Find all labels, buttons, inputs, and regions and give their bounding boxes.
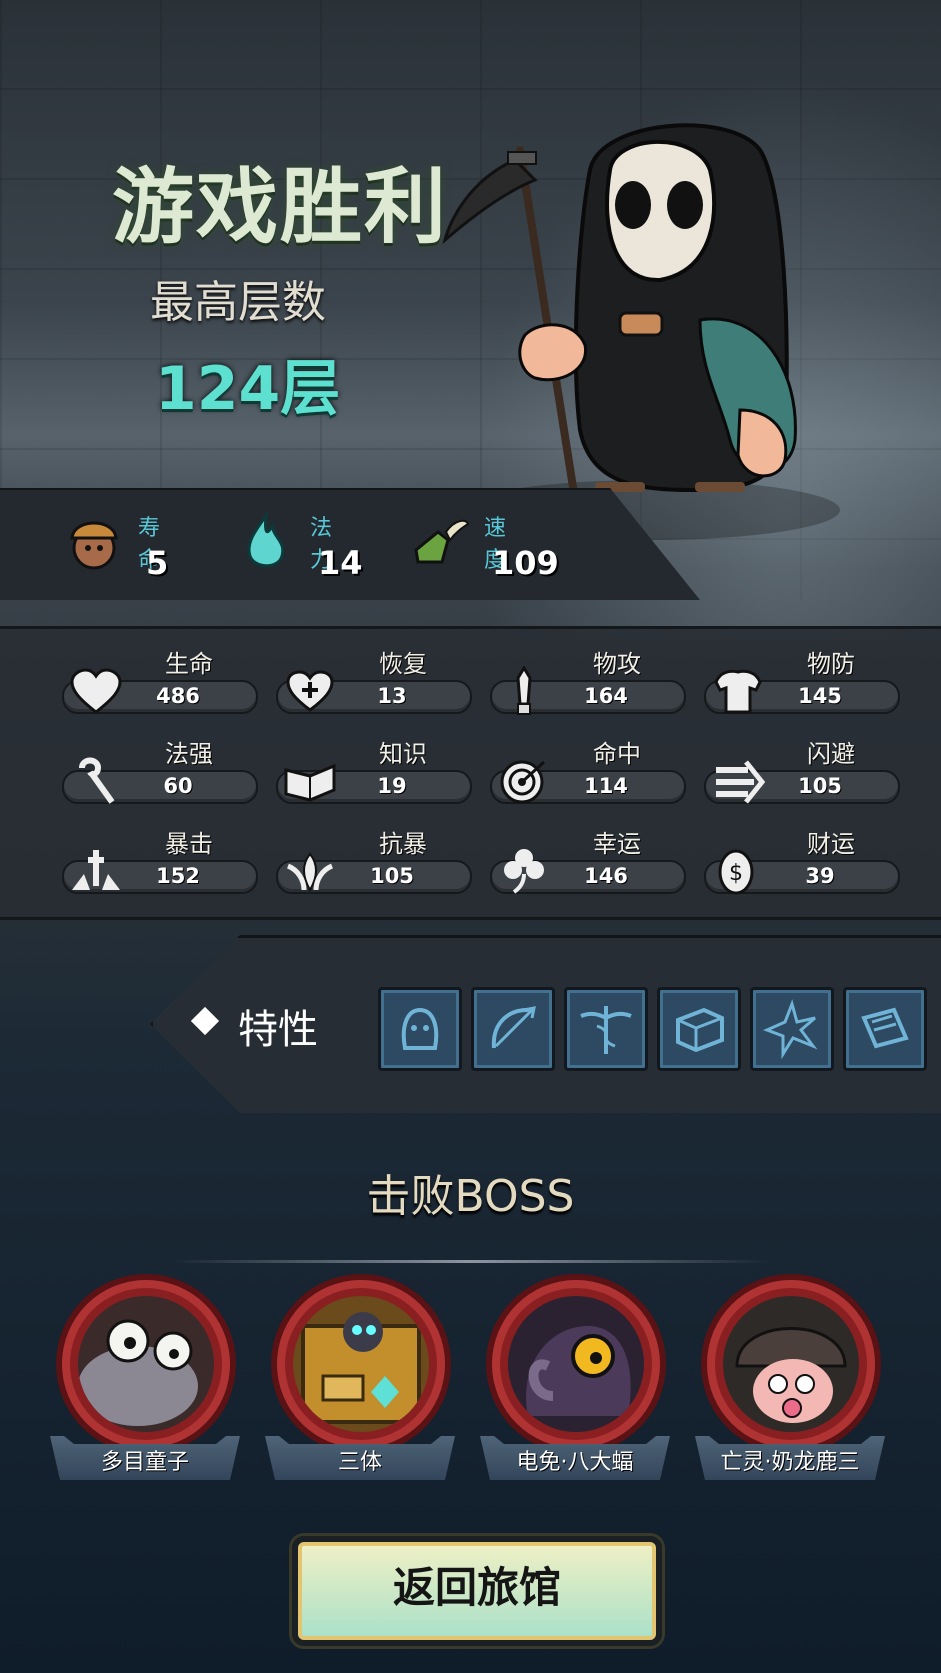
stat-fortune: 财运 39 $ xyxy=(704,824,900,904)
trait-ghost[interactable] xyxy=(378,987,462,1071)
boss-portrait xyxy=(508,1296,644,1432)
boss-portrait xyxy=(723,1296,859,1432)
svg-text:$: $ xyxy=(729,861,743,886)
staff-icon xyxy=(79,757,115,804)
defeated-boss-title: 击败BOSS xyxy=(366,1171,575,1222)
stat-value: 105 xyxy=(370,864,414,888)
trait-chest[interactable] xyxy=(657,987,741,1071)
boss-item[interactable]: 亡灵·奶龙鹿三 xyxy=(695,1280,885,1490)
crit-resist-icon xyxy=(286,852,334,893)
victory-title: 游戏胜利 xyxy=(112,160,449,255)
stat-value: 486 xyxy=(156,684,200,708)
stat-recovery: 恢复 13 xyxy=(276,644,472,724)
vital-value: 14 xyxy=(318,544,363,582)
stat-value: 105 xyxy=(798,774,842,798)
stat-value: 114 xyxy=(584,774,628,798)
stat-crit-resist: 抗暴 105 xyxy=(276,824,472,904)
stat-value: 19 xyxy=(377,774,407,798)
stat-physical-attack: 物攻 164 xyxy=(490,644,686,724)
trait-star-burst[interactable] xyxy=(750,987,834,1071)
stat-value: 146 xyxy=(584,864,628,888)
highest-floor-value: 124层 xyxy=(155,354,341,424)
traits-label: 特性 xyxy=(238,1007,318,1053)
boss-item[interactable]: 多目童子 xyxy=(50,1280,240,1490)
caduceus-trait-icon xyxy=(580,1006,632,1054)
stat-value: 13 xyxy=(377,684,407,708)
boss-item[interactable]: 电免·八大蝠 xyxy=(480,1280,670,1490)
stat-value: 39 xyxy=(805,864,835,888)
stat-magic-power: 法强 60 xyxy=(62,734,258,814)
stat-luck: 幸运 146 xyxy=(490,824,686,904)
boss-name: 多目童子 xyxy=(100,1450,189,1475)
stat-knowledge: 知识 19 xyxy=(276,734,472,814)
crit-icon xyxy=(72,850,120,890)
boss-portrait xyxy=(293,1296,429,1432)
reaper-character xyxy=(442,123,840,540)
target-icon xyxy=(500,760,546,804)
divider xyxy=(170,1260,770,1263)
heart-icon xyxy=(70,668,122,714)
trait-scroll[interactable] xyxy=(843,987,927,1071)
winged-boot-icon xyxy=(414,519,470,564)
stat-value: 145 xyxy=(798,684,842,708)
stat-dodge: 闪避 105 xyxy=(704,734,900,814)
ghost-trait-icon xyxy=(401,1007,439,1050)
star-burst-trait-icon xyxy=(763,999,818,1060)
boss-name: 电免·八大蝠 xyxy=(516,1450,634,1475)
stat-value: 152 xyxy=(156,864,200,888)
boss-name: 三体 xyxy=(337,1450,382,1475)
book-icon xyxy=(284,763,336,802)
trait-caduceus[interactable] xyxy=(564,987,648,1071)
chest-trait-icon xyxy=(676,1007,724,1053)
sword-icon xyxy=(516,666,532,715)
coin-icon: $ xyxy=(718,849,754,895)
stat-value: 60 xyxy=(163,774,193,798)
stat-value: 164 xyxy=(584,684,628,708)
stat-crit: 暴击 152 xyxy=(62,824,258,904)
dodge-arrows-icon xyxy=(716,760,766,804)
trait-bow[interactable] xyxy=(471,987,555,1071)
scroll-trait-icon xyxy=(861,1007,909,1049)
stat-physical-defense: 物防 145 xyxy=(704,644,900,724)
vital-value: 5 xyxy=(146,544,169,582)
boss-portrait xyxy=(78,1296,214,1432)
clover-icon xyxy=(504,849,544,894)
boss-name: 亡灵·奶龙鹿三 xyxy=(720,1450,860,1475)
heal-heart-icon xyxy=(286,670,334,712)
stat-accuracy: 命中 114 xyxy=(490,734,686,814)
boss-item[interactable]: 三体 xyxy=(265,1280,455,1490)
bow-trait-icon xyxy=(491,1006,536,1049)
armor-icon xyxy=(714,669,762,714)
return-to-inn-button[interactable]: 返回旅馆 xyxy=(292,1536,662,1646)
highest-floor-label: 最高层数 xyxy=(150,277,326,328)
stat-hp: 生命 486 xyxy=(62,644,258,724)
mana-flame-icon xyxy=(247,510,285,568)
vital-value: 109 xyxy=(492,544,559,582)
life-icon xyxy=(70,521,118,570)
